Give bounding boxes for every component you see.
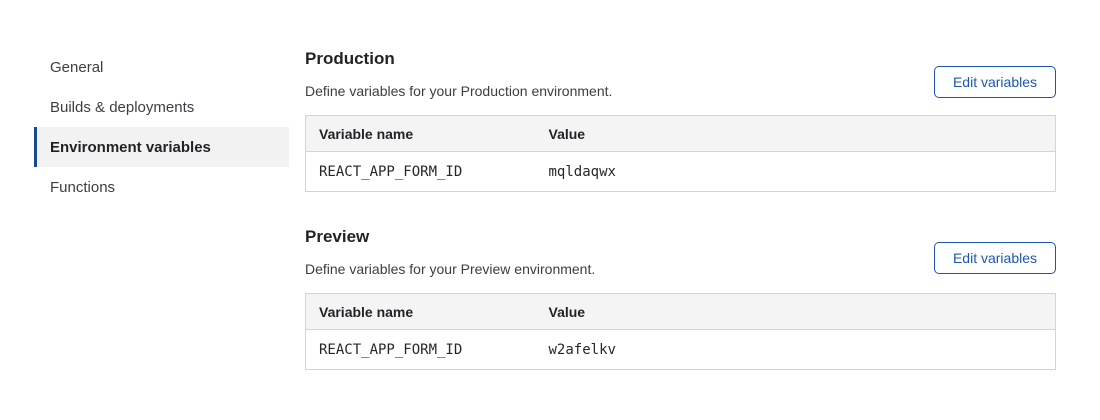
variable-name-cell: REACT_APP_FORM_ID [306, 330, 536, 370]
column-header-value: Value [536, 116, 1056, 152]
sidebar-item-functions[interactable]: Functions [34, 167, 289, 207]
edit-variables-button[interactable]: Edit variables [934, 242, 1056, 274]
settings-sidebar: General Builds & deployments Environment… [34, 47, 289, 207]
edit-variables-button[interactable]: Edit variables [934, 66, 1056, 98]
table-header-row: Variable name Value [306, 294, 1056, 330]
variables-table: Variable name Value REACT_APP_FORM_ID mq… [305, 115, 1056, 192]
sidebar-item-label: Environment variables [50, 139, 211, 156]
section-description: Define variables for your Preview enviro… [305, 260, 595, 278]
variables-table: Variable name Value REACT_APP_FORM_ID w2… [305, 293, 1056, 370]
table-row: REACT_APP_FORM_ID mqldaqwx [306, 152, 1056, 192]
sidebar-item-label: Functions [50, 179, 115, 196]
column-header-variable-name: Variable name [306, 294, 536, 330]
preview-section: Preview Define variables for your Previe… [305, 226, 1056, 248]
table-row: REACT_APP_FORM_ID w2afelkv [306, 330, 1056, 370]
environment-variables-settings-page: { "sidebar": { "items": [ { "label": "Ge… [0, 0, 1100, 420]
sidebar-item-label: General [50, 59, 103, 76]
sidebar-item-builds-deployments[interactable]: Builds & deployments [34, 87, 289, 127]
section-description: Define variables for your Production env… [305, 82, 612, 100]
variable-name-cell: REACT_APP_FORM_ID [306, 152, 536, 192]
sidebar-item-label: Builds & deployments [50, 99, 194, 116]
variable-value-cell: mqldaqwx [536, 152, 1056, 192]
column-header-variable-name: Variable name [306, 116, 536, 152]
table-header-row: Variable name Value [306, 116, 1056, 152]
production-section: Production Define variables for your Pro… [305, 48, 1056, 70]
column-header-value: Value [536, 294, 1056, 330]
variable-value-cell: w2afelkv [536, 330, 1056, 370]
sidebar-item-general[interactable]: General [34, 47, 289, 87]
sidebar-item-environment-variables[interactable]: Environment variables [34, 127, 289, 167]
